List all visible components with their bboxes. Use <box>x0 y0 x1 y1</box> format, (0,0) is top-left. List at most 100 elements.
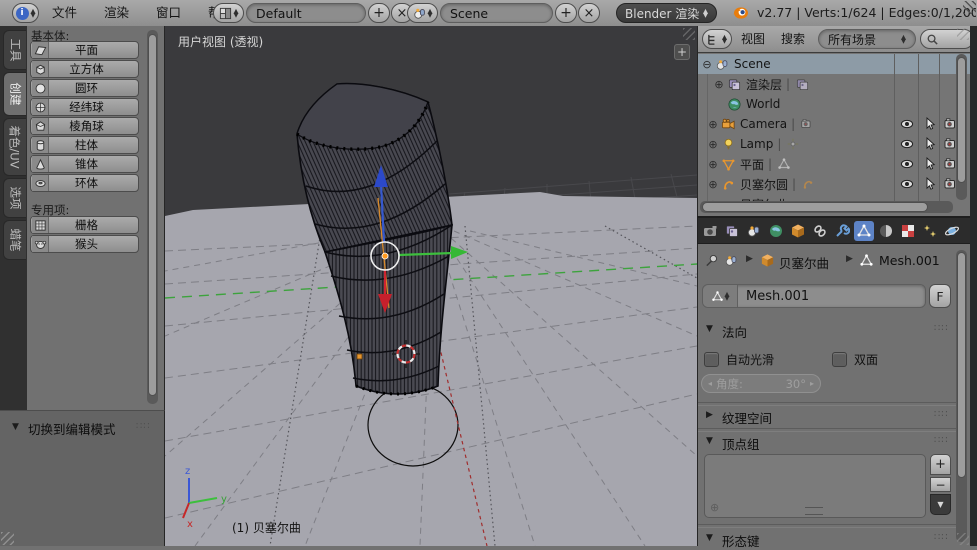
viewport-canvas[interactable]: z y x <box>165 26 697 546</box>
render-engine-dropdown[interactable]: Blender 渲染 ▲▼ <box>616 3 717 23</box>
corner-resize-handle[interactable] <box>1 532 14 545</box>
vertex-groups-panel-header[interactable]: ▼ 顶点组 ∷∷ <box>698 432 958 452</box>
shape-keys-panel-header[interactable]: ▼ 形态键 ∷∷ <box>698 530 958 546</box>
tab-particles[interactable] <box>920 221 940 241</box>
scene-breadcrumb-icon[interactable] <box>724 253 739 268</box>
expand-icon[interactable]: ⊕ <box>706 138 720 151</box>
add-grid-button[interactable]: 栅格 <box>30 216 139 234</box>
checkbox-icon[interactable] <box>704 352 719 367</box>
outliner-horizontal-scrollbar[interactable] <box>700 201 953 213</box>
corner-resize-handle[interactable] <box>683 28 695 40</box>
object-breadcrumb-icon[interactable] <box>760 253 775 268</box>
vertex-group-add-button[interactable]: + <box>930 454 951 475</box>
visibility-eye-icon[interactable] <box>899 156 915 172</box>
tab-render-layers[interactable] <box>722 221 742 241</box>
panel-expand-icon[interactable]: ▼ <box>12 422 19 432</box>
outliner-row-world[interactable]: World <box>698 94 970 114</box>
tab-scene[interactable] <box>744 221 764 241</box>
add-layout-button[interactable]: + <box>368 3 390 23</box>
tab-tools[interactable]: 工具 <box>3 30 26 70</box>
scene-name-field[interactable]: Scene <box>440 3 553 23</box>
menu-render[interactable]: 渲染 <box>104 0 129 26</box>
operator-panel-title[interactable]: 切换到编辑模式 <box>28 419 116 438</box>
editor-type-info-button[interactable]: i ▲▼ <box>12 3 39 23</box>
expand-icon[interactable]: ⊕ <box>706 158 720 171</box>
vertex-groups-list[interactable]: ⊕ <box>704 454 926 518</box>
tab-render[interactable] <box>700 221 720 241</box>
panel-drag-dots[interactable]: ∷∷ <box>934 323 949 334</box>
delete-scene-button[interactable]: × <box>578 3 600 23</box>
auto-smooth-checkbox[interactable]: 自动光滑 <box>704 350 824 368</box>
tab-mesh-data[interactable] <box>854 221 874 241</box>
scene-selector-button[interactable]: ▲▼ <box>407 3 438 23</box>
tab-physics[interactable] <box>942 221 962 241</box>
mesh-data-breadcrumb-icon[interactable] <box>859 253 874 268</box>
selectability-cursor-icon[interactable] <box>922 116 938 132</box>
slider-left-arrow-icon[interactable]: ◂ <box>708 379 712 388</box>
selectability-cursor-icon[interactable] <box>922 156 938 172</box>
vertex-group-specials-button[interactable]: ▼ <box>930 494 951 515</box>
outliner-menu-view[interactable]: 视图 <box>741 26 765 52</box>
fake-user-button[interactable]: F <box>929 284 951 308</box>
visibility-eye-icon[interactable] <box>899 176 915 192</box>
add-uv-sphere-button[interactable]: 经纬球 <box>30 98 139 116</box>
angle-slider-disabled[interactable]: ◂ 角度: 30° ▸ <box>701 374 821 393</box>
tool-shelf-scrollbar[interactable] <box>147 30 158 404</box>
expand-icon[interactable]: ⊕ <box>712 78 726 91</box>
properties-vertical-scrollbar[interactable] <box>956 250 967 542</box>
tab-create[interactable]: 创建 <box>3 72 26 116</box>
outliner-row-render-layers[interactable]: ⊕ 渲染层 | <box>698 74 970 94</box>
tab-grease-pencil[interactable]: 蜡笔 <box>3 220 26 260</box>
tab-shading-uv[interactable]: 着色/UV <box>3 118 26 176</box>
add-ico-sphere-button[interactable]: 棱角球 <box>30 117 139 135</box>
panel-expand-icon[interactable]: ▼ <box>706 324 713 334</box>
menu-file[interactable]: 文件 <box>52 0 77 26</box>
viewport-expand-properties-button[interactable]: + <box>674 44 690 60</box>
panel-drag-dots[interactable]: ∷∷ <box>934 532 949 543</box>
selectability-cursor-icon[interactable] <box>922 176 938 192</box>
tab-material[interactable] <box>876 221 896 241</box>
double-sided-checkbox[interactable]: 双面 <box>832 350 942 368</box>
tab-world[interactable] <box>766 221 786 241</box>
vertex-group-remove-button[interactable]: − <box>930 477 951 492</box>
pin-icon[interactable] <box>704 253 719 268</box>
panel-drag-dots[interactable]: ∷∷ <box>136 421 151 432</box>
visibility-eye-icon[interactable] <box>899 116 915 132</box>
texture-space-panel-header[interactable]: ▶ 纹理空间 ∷∷ <box>698 406 958 426</box>
tab-object[interactable] <box>788 221 808 241</box>
add-cylinder-button[interactable]: 柱体 <box>30 136 139 154</box>
corner-resize-handle[interactable] <box>963 1 976 14</box>
outliner-display-filter-dropdown[interactable]: 所有场景 ▲▼ <box>818 29 916 49</box>
add-cone-button[interactable]: 锥体 <box>30 155 139 173</box>
screen-layout-button[interactable]: ▲▼ <box>213 3 244 23</box>
add-torus-button[interactable]: 环体 <box>30 174 139 192</box>
checkbox-icon[interactable] <box>832 352 847 367</box>
add-circle-button[interactable]: 圆环 <box>30 79 139 97</box>
panel-drag-dots[interactable]: ∷∷ <box>934 435 949 446</box>
collapse-icon[interactable]: ⊖ <box>700 58 714 71</box>
mesh-name-field[interactable]: ▲▼ Mesh.001 <box>702 284 926 308</box>
tab-constraints[interactable] <box>810 221 830 241</box>
expand-icon[interactable]: ⊕ <box>706 178 720 191</box>
panel-expand-icon[interactable]: ▶ <box>706 410 713 420</box>
normals-panel-header[interactable]: ▼ 法向 ∷∷ <box>698 320 958 340</box>
add-cube-button[interactable]: 立方体 <box>30 60 139 78</box>
tab-modifiers[interactable] <box>832 221 852 241</box>
add-plane-button[interactable]: 平面 <box>30 41 139 59</box>
screen-layout-field[interactable]: Default <box>246 3 366 23</box>
menu-window[interactable]: 窗口 <box>156 0 181 26</box>
breadcrumb-object-name[interactable]: 贝塞尔曲 <box>779 253 829 272</box>
list-add-icon[interactable]: ⊕ <box>710 501 719 514</box>
corner-resize-handle[interactable] <box>957 28 969 40</box>
tab-texture[interactable] <box>898 221 918 241</box>
outliner-row-bezier-curve-partial[interactable]: ⊕ 贝塞尔曲 <box>698 194 971 201</box>
outliner-vertical-scrollbar[interactable] <box>956 54 967 200</box>
expand-icon[interactable]: ⊕ <box>706 118 720 131</box>
selectability-cursor-icon[interactable] <box>922 136 938 152</box>
panel-drag-dots[interactable]: ∷∷ <box>934 409 949 420</box>
outliner-menu-search[interactable]: 搜索 <box>781 26 805 52</box>
panel-expand-icon[interactable]: ▼ <box>706 533 713 543</box>
panel-expand-icon[interactable]: ▼ <box>706 436 713 446</box>
breadcrumb-mesh-name[interactable]: Mesh.001 <box>879 253 940 268</box>
tab-options[interactable]: 选项 <box>3 178 26 218</box>
